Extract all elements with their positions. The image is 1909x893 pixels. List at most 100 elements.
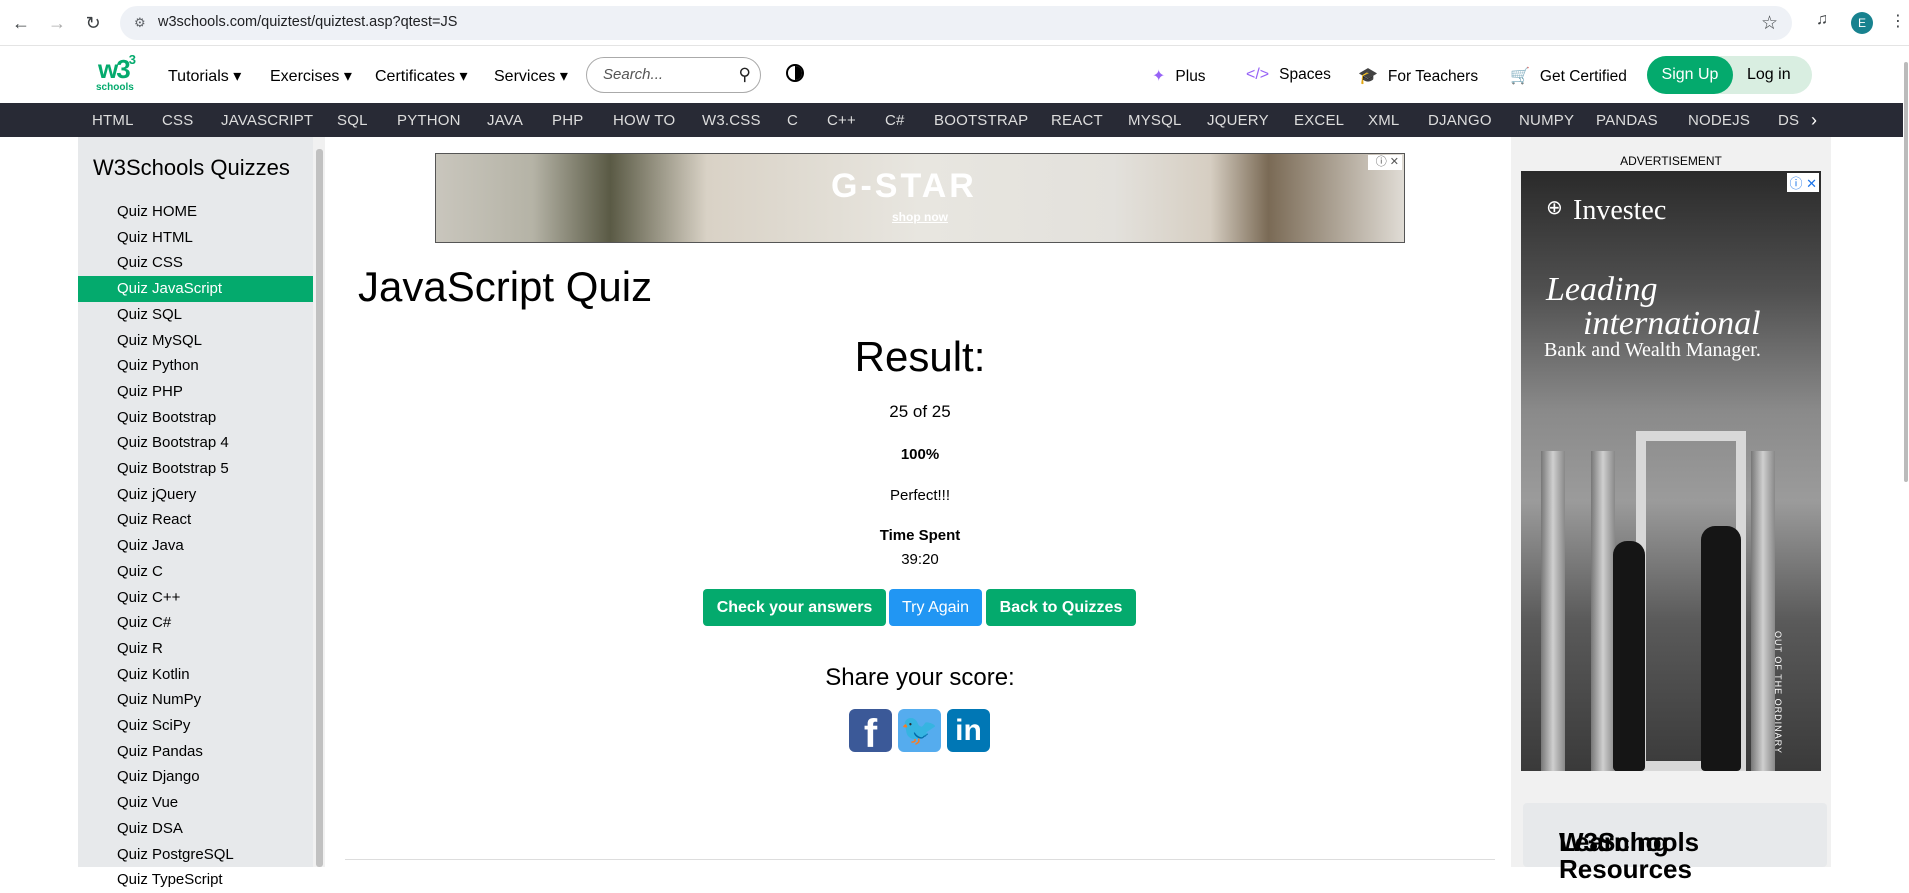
try-again-button[interactable]: Try Again bbox=[889, 589, 982, 626]
sidebar-item[interactable]: Quiz Python bbox=[78, 353, 313, 379]
sidebar-item[interactable]: Quiz Django bbox=[78, 764, 313, 790]
sidebar-item[interactable]: Quiz HTML bbox=[78, 225, 313, 251]
forward-icon[interactable]: → bbox=[46, 12, 68, 34]
link-plus[interactable]: ✦ Plus bbox=[1152, 66, 1206, 86]
pillar-image bbox=[1751, 451, 1775, 771]
sidebar-item[interactable]: Quiz NumPy bbox=[78, 687, 313, 713]
investec-ad[interactable]: ⓘ ✕ ⊕ Investec Leading international Ban… bbox=[1521, 171, 1821, 771]
menu-kebab-icon[interactable]: ⋮ bbox=[1890, 11, 1906, 31]
login-button[interactable]: Log in bbox=[1747, 56, 1791, 94]
subject-link[interactable]: PYTHON bbox=[397, 112, 461, 129]
reload-icon[interactable]: ↻ bbox=[82, 12, 104, 34]
page-scroll-thumb[interactable] bbox=[1904, 62, 1908, 482]
back-to-quizzes-button[interactable]: Back to Quizzes bbox=[986, 589, 1136, 626]
sidebar-item[interactable]: Quiz PHP bbox=[78, 379, 313, 405]
subject-link[interactable]: SQL bbox=[337, 112, 368, 129]
sparkle-icon: ✦ bbox=[1152, 68, 1166, 85]
search-icon[interactable]: ⚲ bbox=[739, 65, 751, 85]
sidebar-item[interactable]: Quiz SQL bbox=[78, 302, 313, 328]
logo-mark: w33 bbox=[98, 52, 136, 84]
subject-link[interactable]: NUMPY bbox=[1519, 112, 1574, 129]
verdict-text: Perfect!!! bbox=[889, 487, 951, 504]
site-info-icon[interactable]: ⚙ bbox=[134, 15, 150, 31]
subject-link[interactable]: REACT bbox=[1051, 112, 1103, 129]
link-get-certified[interactable]: 🛒 Get Certified bbox=[1510, 66, 1627, 86]
sidebar-item[interactable]: Quiz Vue bbox=[78, 790, 313, 816]
sidebar-item[interactable]: Quiz C# bbox=[78, 610, 313, 636]
subject-link[interactable]: W3.CSS bbox=[702, 112, 761, 129]
adchoices-icon[interactable]: ⓘ ✕ bbox=[1787, 173, 1819, 192]
menu-tutorials[interactable]: Tutorials ▾ bbox=[168, 66, 241, 86]
sidebar-item[interactable]: Quiz React bbox=[78, 507, 313, 533]
adchoices-icon[interactable]: ⓘ ✕ bbox=[1368, 155, 1402, 170]
media-icon[interactable]: ♫ bbox=[1816, 11, 1828, 29]
top-ad-banner[interactable]: G-STAR shop now ⓘ ✕ bbox=[435, 153, 1405, 243]
subject-link[interactable]: BOOTSTRAP bbox=[934, 112, 1028, 129]
search-input[interactable] bbox=[603, 66, 723, 83]
sidebar-item[interactable]: Quiz C++ bbox=[78, 585, 313, 611]
check-answers-button[interactable]: Check your answers bbox=[703, 589, 886, 626]
sidebar-item[interactable]: Quiz Java bbox=[78, 533, 313, 559]
subject-link[interactable]: JQUERY bbox=[1207, 112, 1269, 129]
link-for-teachers[interactable]: 🎓 For Teachers bbox=[1358, 66, 1478, 86]
sidebar-item[interactable]: Quiz Bootstrap 5 bbox=[78, 456, 313, 482]
subject-link[interactable]: HOW TO bbox=[613, 112, 675, 129]
sidebar-item[interactable]: Quiz C bbox=[78, 559, 313, 585]
sidebar-item[interactable]: Quiz PostgreSQL bbox=[78, 842, 313, 868]
subject-link[interactable]: JAVA bbox=[487, 112, 523, 129]
link-spaces[interactable]: </> Spaces bbox=[1246, 66, 1331, 84]
pillar-image bbox=[1541, 451, 1565, 771]
sidebar-item[interactable]: Quiz DSA bbox=[78, 816, 313, 842]
twitter-icon[interactable]: 🐦 bbox=[898, 709, 941, 752]
subject-link[interactable]: DJANGO bbox=[1428, 112, 1492, 129]
sidebar-item[interactable]: Quiz Kotlin bbox=[78, 662, 313, 688]
url-text[interactable]: w3schools.com/quiztest/quiztest.asp?qtes… bbox=[158, 14, 457, 30]
sidebar-scroll-thumb[interactable] bbox=[316, 149, 323, 867]
subject-link[interactable]: DS bbox=[1778, 112, 1799, 129]
address-bar[interactable]: ⚙ w3schools.com/quiztest/quiztest.asp?qt… bbox=[120, 6, 1792, 40]
theme-toggle-icon[interactable] bbox=[786, 64, 804, 82]
bookmark-star-icon[interactable]: ☆ bbox=[1761, 12, 1778, 35]
subject-link[interactable]: XML bbox=[1368, 112, 1399, 129]
page-scrollbar[interactable] bbox=[1903, 47, 1909, 867]
ad-brand: G-STAR bbox=[831, 167, 977, 205]
subject-link[interactable]: NODEJS bbox=[1688, 112, 1750, 129]
profile-avatar[interactable]: E bbox=[1851, 12, 1873, 34]
menu-services[interactable]: Services ▾ bbox=[494, 66, 568, 86]
menu-certificates[interactable]: Certificates ▾ bbox=[375, 66, 468, 86]
sidebar-item[interactable]: Quiz CSS bbox=[78, 250, 313, 276]
person-figure-image bbox=[1701, 526, 1741, 771]
chevron-right-icon[interactable]: › bbox=[1800, 103, 1828, 137]
sidebar-item[interactable]: Quiz JavaScript bbox=[78, 276, 313, 303]
sidebar-item[interactable]: Quiz Pandas bbox=[78, 739, 313, 765]
subject-link[interactable]: PANDAS bbox=[1596, 112, 1658, 129]
subject-link[interactable]: CSS bbox=[162, 112, 193, 129]
menu-exercises[interactable]: Exercises ▾ bbox=[270, 66, 352, 86]
subject-link[interactable]: C++ bbox=[827, 112, 856, 129]
sidebar-item[interactable]: Quiz jQuery bbox=[78, 482, 313, 508]
sidebar-item[interactable]: Quiz TypeScript bbox=[78, 867, 313, 893]
advertisement-label: ADVERTISEMENT bbox=[1620, 154, 1722, 168]
signup-button[interactable]: Sign Up bbox=[1647, 56, 1733, 94]
subject-link[interactable]: MYSQL bbox=[1128, 112, 1182, 129]
sidebar-item[interactable]: Quiz HOME bbox=[78, 199, 313, 225]
subject-link[interactable]: JAVASCRIPT bbox=[221, 112, 313, 129]
graduation-cap-icon: 🎓 bbox=[1358, 68, 1378, 85]
percent-text: 100% bbox=[900, 446, 940, 463]
sidebar-item[interactable]: Quiz MySQL bbox=[78, 328, 313, 354]
back-icon[interactable]: ← bbox=[10, 12, 32, 34]
subject-link[interactable]: C# bbox=[885, 112, 905, 129]
subject-link[interactable]: HTML bbox=[92, 112, 134, 129]
linkedin-icon[interactable]: in bbox=[947, 709, 990, 752]
subject-link[interactable]: PHP bbox=[552, 112, 583, 129]
subject-link[interactable]: EXCEL bbox=[1294, 112, 1344, 129]
sidebar-item[interactable]: Quiz Bootstrap bbox=[78, 405, 313, 431]
w3schools-logo[interactable]: w33 schools bbox=[94, 52, 138, 96]
facebook-icon[interactable]: f bbox=[849, 709, 892, 756]
sidebar-item[interactable]: Quiz R bbox=[78, 636, 313, 662]
ad-headline: Leading bbox=[1546, 271, 1658, 308]
subject-link[interactable]: C bbox=[787, 112, 798, 129]
ad-cta[interactable]: shop now bbox=[892, 210, 948, 224]
sidebar-item[interactable]: Quiz Bootstrap 4 bbox=[78, 430, 313, 456]
sidebar-item[interactable]: Quiz SciPy bbox=[78, 713, 313, 739]
